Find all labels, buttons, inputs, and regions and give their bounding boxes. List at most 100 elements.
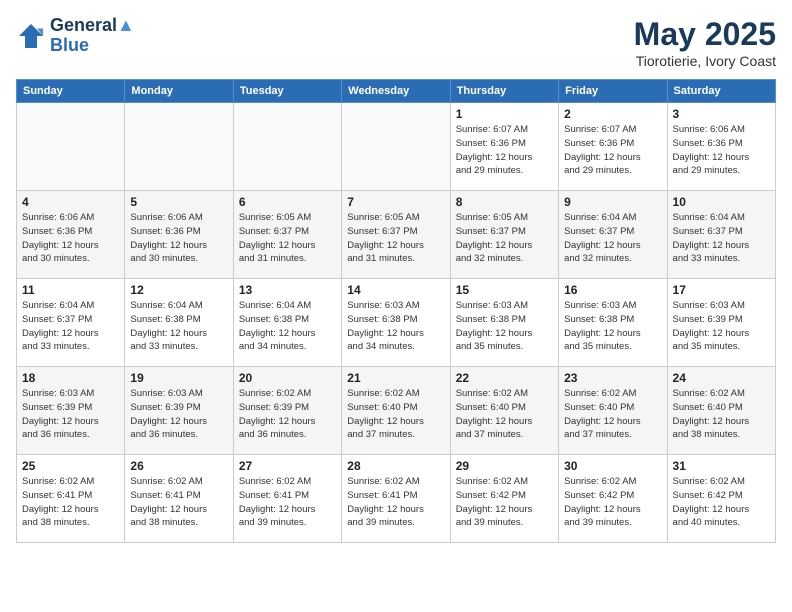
calendar-cell: 25Sunrise: 6:02 AMSunset: 6:41 PMDayligh… [17, 455, 125, 543]
calendar-week-3: 11 Sunrise: 6:04 AMSunset: 6:37 PMDayligh… [17, 279, 776, 367]
calendar-cell: 8 Sunrise: 6:05 AMSunset: 6:37 PMDaylight… [450, 191, 558, 279]
day-number: 8 [456, 195, 553, 209]
day-header-friday: Friday [559, 80, 667, 103]
day-info: Sunrise: 6:02 AMSunset: 6:42 PMDaylight:… [564, 475, 661, 530]
day-number: 13 [239, 283, 336, 297]
day-number: 30 [564, 459, 661, 473]
calendar-cell: 15 Sunrise: 6:03 AMSunset: 6:38 PMDayligh… [450, 279, 558, 367]
day-info: Sunrise: 6:02 AMSunset: 6:41 PMDaylight:… [130, 475, 227, 530]
day-number: 1 [456, 107, 553, 121]
calendar-cell: 5 Sunrise: 6:06 AMSunset: 6:36 PMDaylight… [125, 191, 233, 279]
day-info: Sunrise: 6:04 AMSunset: 6:38 PMDaylight:… [239, 299, 336, 354]
day-info: Sunrise: 6:02 AMSunset: 6:40 PMDaylight:… [673, 387, 770, 442]
calendar-cell: 24 Sunrise: 6:02 AMSunset: 6:40 PMDayligh… [667, 367, 775, 455]
day-info: Sunrise: 6:07 AMSunset: 6:36 PMDaylight:… [564, 123, 661, 178]
day-number: 6 [239, 195, 336, 209]
day-number: 22 [456, 371, 553, 385]
day-number: 17 [673, 283, 770, 297]
day-number: 11 [22, 283, 119, 297]
day-number: 14 [347, 283, 444, 297]
day-number: 18 [22, 371, 119, 385]
day-number: 27 [239, 459, 336, 473]
day-number: 15 [456, 283, 553, 297]
calendar-cell [125, 103, 233, 191]
calendar-cell: 28Sunrise: 6:02 AMSunset: 6:41 PMDayligh… [342, 455, 450, 543]
calendar-cell: 18 Sunrise: 6:03 AMSunset: 6:39 PMDayligh… [17, 367, 125, 455]
day-info: Sunrise: 6:03 AMSunset: 6:38 PMDaylight:… [564, 299, 661, 354]
calendar-cell [17, 103, 125, 191]
day-info: Sunrise: 6:02 AMSunset: 6:39 PMDaylight:… [239, 387, 336, 442]
calendar: SundayMondayTuesdayWednesdayThursdayFrid… [16, 79, 776, 543]
day-info: Sunrise: 6:03 AMSunset: 6:39 PMDaylight:… [130, 387, 227, 442]
calendar-cell: 7 Sunrise: 6:05 AMSunset: 6:37 PMDaylight… [342, 191, 450, 279]
day-number: 7 [347, 195, 444, 209]
day-number: 29 [456, 459, 553, 473]
day-info: Sunrise: 6:03 AMSunset: 6:39 PMDaylight:… [673, 299, 770, 354]
calendar-cell: 29 Sunrise: 6:02 AMSunset: 6:42 PMDayligh… [450, 455, 558, 543]
calendar-cell: 31 Sunrise: 6:02 AMSunset: 6:42 PMDayligh… [667, 455, 775, 543]
location: Tiorotierie, Ivory Coast [634, 53, 776, 69]
calendar-cell: 4Sunrise: 6:06 AMSunset: 6:36 PMDaylight… [17, 191, 125, 279]
calendar-cell: 6 Sunrise: 6:05 AMSunset: 6:37 PMDaylight… [233, 191, 341, 279]
day-header-wednesday: Wednesday [342, 80, 450, 103]
day-info: Sunrise: 6:03 AMSunset: 6:38 PMDaylight:… [347, 299, 444, 354]
day-info: Sunrise: 6:02 AMSunset: 6:40 PMDaylight:… [347, 387, 444, 442]
day-info: Sunrise: 6:02 AMSunset: 6:41 PMDaylight:… [239, 475, 336, 530]
day-number: 20 [239, 371, 336, 385]
calendar-cell: 13 Sunrise: 6:04 AMSunset: 6:38 PMDayligh… [233, 279, 341, 367]
day-number: 28 [347, 459, 444, 473]
calendar-cell: 23 Sunrise: 6:02 AMSunset: 6:40 PMDayligh… [559, 367, 667, 455]
month-title: May 2025 [634, 16, 776, 53]
calendar-header-row: SundayMondayTuesdayWednesdayThursdayFrid… [17, 80, 776, 103]
day-number: 16 [564, 283, 661, 297]
day-info: Sunrise: 6:05 AMSunset: 6:37 PMDaylight:… [456, 211, 553, 266]
calendar-cell: 26Sunrise: 6:02 AMSunset: 6:41 PMDayligh… [125, 455, 233, 543]
day-info: Sunrise: 6:06 AMSunset: 6:36 PMDaylight:… [130, 211, 227, 266]
day-number: 25 [22, 459, 119, 473]
calendar-cell: 12Sunrise: 6:04 AMSunset: 6:38 PMDayligh… [125, 279, 233, 367]
title-block: May 2025 Tiorotierie, Ivory Coast [634, 16, 776, 69]
day-header-saturday: Saturday [667, 80, 775, 103]
calendar-cell: 17 Sunrise: 6:03 AMSunset: 6:39 PMDayligh… [667, 279, 775, 367]
calendar-cell: 9Sunrise: 6:04 AMSunset: 6:37 PMDaylight… [559, 191, 667, 279]
calendar-cell: 10Sunrise: 6:04 AMSunset: 6:37 PMDayligh… [667, 191, 775, 279]
day-info: Sunrise: 6:02 AMSunset: 6:42 PMDaylight:… [456, 475, 553, 530]
day-header-monday: Monday [125, 80, 233, 103]
day-info: Sunrise: 6:06 AMSunset: 6:36 PMDaylight:… [673, 123, 770, 178]
calendar-cell: 11 Sunrise: 6:04 AMSunset: 6:37 PMDayligh… [17, 279, 125, 367]
day-number: 31 [673, 459, 770, 473]
day-number: 19 [130, 371, 227, 385]
calendar-cell: 21 Sunrise: 6:02 AMSunset: 6:40 PMDayligh… [342, 367, 450, 455]
calendar-cell [342, 103, 450, 191]
day-info: Sunrise: 6:03 AMSunset: 6:38 PMDaylight:… [456, 299, 553, 354]
day-info: Sunrise: 6:02 AMSunset: 6:40 PMDaylight:… [456, 387, 553, 442]
day-number: 2 [564, 107, 661, 121]
day-info: Sunrise: 6:07 AMSunset: 6:36 PMDaylight:… [456, 123, 553, 178]
calendar-cell [233, 103, 341, 191]
day-number: 5 [130, 195, 227, 209]
day-number: 3 [673, 107, 770, 121]
calendar-week-4: 18 Sunrise: 6:03 AMSunset: 6:39 PMDayligh… [17, 367, 776, 455]
calendar-week-5: 25 Sunrise: 6:02 AMSunset: 6:41 PMDayligh… [17, 455, 776, 543]
day-info: Sunrise: 6:04 AMSunset: 6:38 PMDaylight:… [130, 299, 227, 354]
day-number: 23 [564, 371, 661, 385]
day-info: Sunrise: 6:04 AMSunset: 6:37 PMDaylight:… [22, 299, 119, 354]
day-info: Sunrise: 6:02 AMSunset: 6:40 PMDaylight:… [564, 387, 661, 442]
calendar-cell: 1 Sunrise: 6:07 AMSunset: 6:36 PMDaylight… [450, 103, 558, 191]
logo-icon [16, 21, 46, 51]
day-header-sunday: Sunday [17, 80, 125, 103]
day-info: Sunrise: 6:02 AMSunset: 6:42 PMDaylight:… [673, 475, 770, 530]
day-info: Sunrise: 6:04 AMSunset: 6:37 PMDaylight:… [673, 211, 770, 266]
day-info: Sunrise: 6:06 AMSunset: 6:36 PMDaylight:… [22, 211, 119, 266]
calendar-cell: 19 Sunrise: 6:03 AMSunset: 6:39 PMDayligh… [125, 367, 233, 455]
day-info: Sunrise: 6:05 AMSunset: 6:37 PMDaylight:… [347, 211, 444, 266]
day-number: 24 [673, 371, 770, 385]
day-info: Sunrise: 6:05 AMSunset: 6:37 PMDaylight:… [239, 211, 336, 266]
calendar-cell: 16 Sunrise: 6:03 AMSunset: 6:38 PMDayligh… [559, 279, 667, 367]
calendar-cell: 14 Sunrise: 6:03 AMSunset: 6:38 PMDayligh… [342, 279, 450, 367]
day-number: 21 [347, 371, 444, 385]
day-info: Sunrise: 6:03 AMSunset: 6:39 PMDaylight:… [22, 387, 119, 442]
day-header-tuesday: Tuesday [233, 80, 341, 103]
calendar-week-1: 1 Sunrise: 6:07 AMSunset: 6:36 PMDaylight… [17, 103, 776, 191]
calendar-week-2: 4Sunrise: 6:06 AMSunset: 6:36 PMDaylight… [17, 191, 776, 279]
